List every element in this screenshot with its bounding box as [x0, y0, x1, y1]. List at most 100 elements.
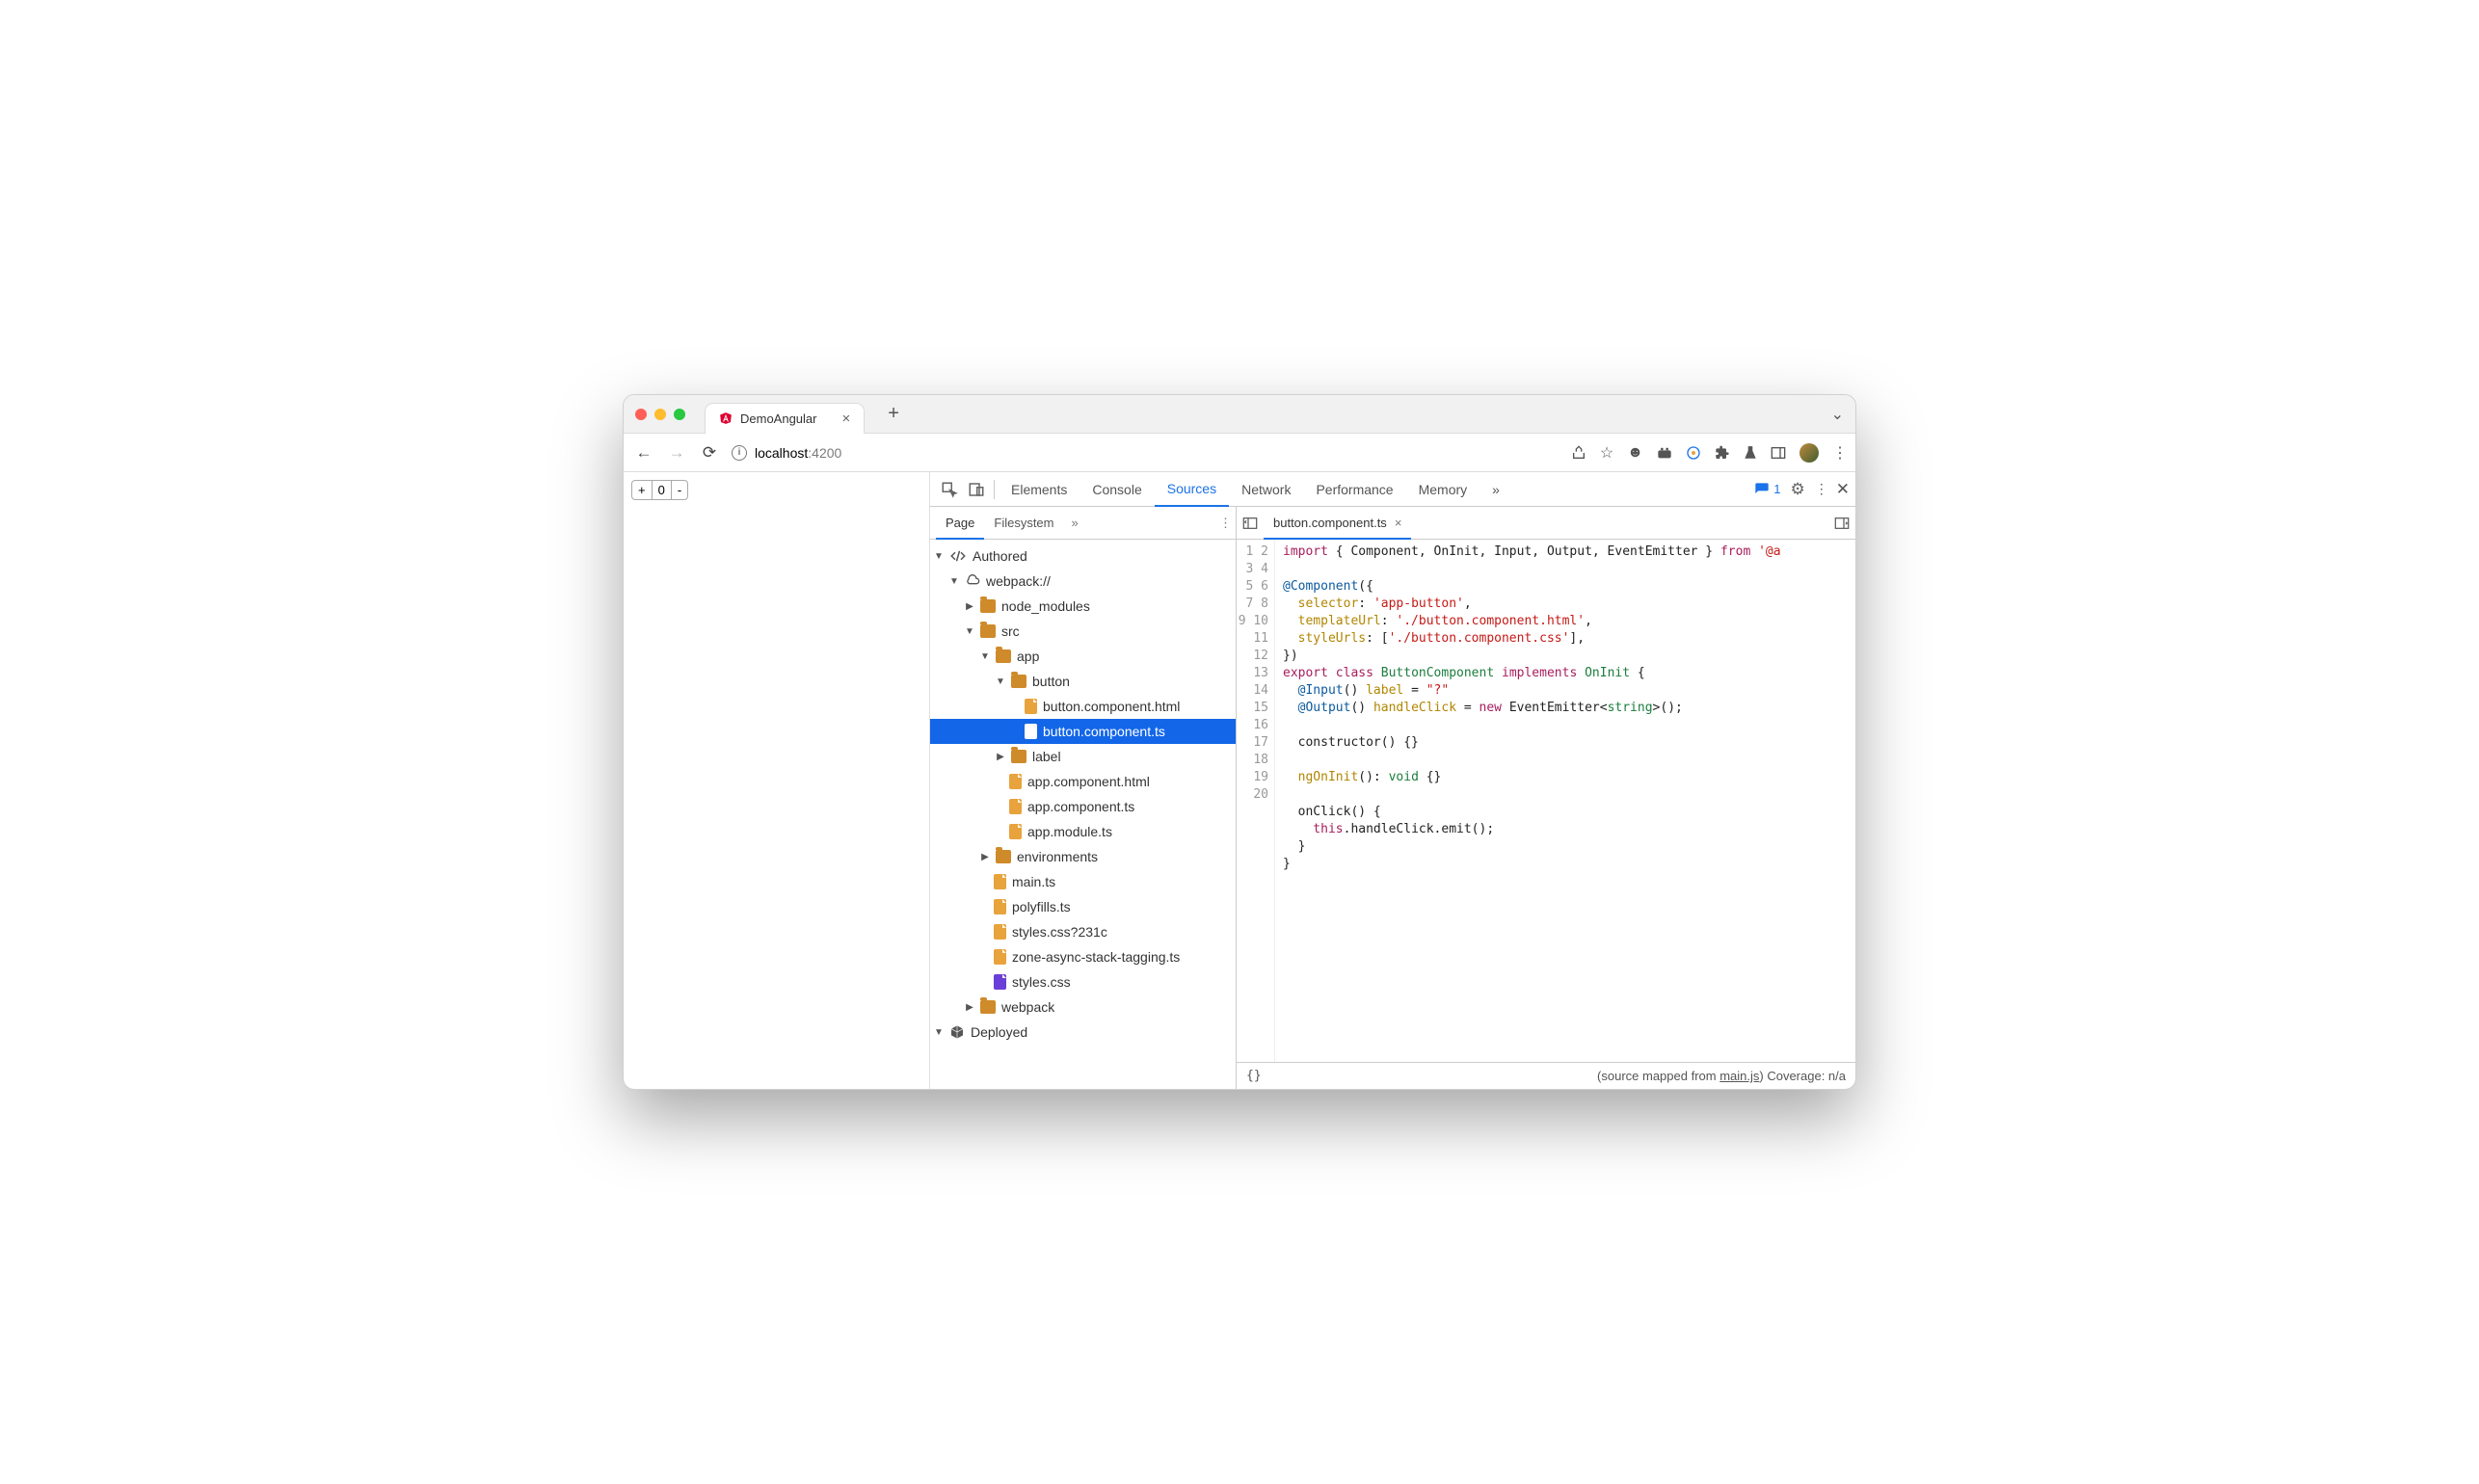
angular-icon [719, 411, 733, 425]
toolbar: ← → ⟳ i localhost:4200 ☆ ☻ ⋮ [624, 434, 1855, 472]
file-icon [994, 949, 1006, 965]
tree-folder[interactable]: ▶label [930, 744, 1236, 769]
source-map-link[interactable]: main.js [1719, 1069, 1759, 1083]
minimize-window-icon[interactable] [654, 409, 666, 420]
tab-performance[interactable]: Performance [1303, 472, 1405, 506]
tab-elements[interactable]: Elements [999, 472, 1080, 506]
toggle-debugger-icon[interactable] [1828, 517, 1855, 530]
editor-pane: button.component.ts × 1 2 3 4 5 6 7 8 9 … [1237, 507, 1855, 1089]
file-icon [1025, 724, 1037, 739]
tree-folder[interactable]: ▼button [930, 669, 1236, 694]
file-icon [1009, 799, 1022, 814]
file-icon [1025, 699, 1037, 714]
extension-icon[interactable] [1657, 446, 1672, 460]
source-code: import { Component, OnInit, Input, Outpu… [1275, 540, 1855, 1062]
pretty-print-button[interactable]: {} [1246, 1069, 1262, 1083]
code-icon [949, 549, 967, 563]
counter-minus-button[interactable]: - [672, 481, 687, 499]
file-icon [1009, 824, 1022, 839]
tree-file[interactable]: app.module.ts [930, 819, 1236, 844]
editor-statusbar: {} (source mapped from main.js) Coverage… [1237, 1062, 1855, 1089]
sources-panes: Page Filesystem » ⋮ ▼Authored ▼webpack:/… [930, 507, 1855, 1089]
line-gutter: 1 2 3 4 5 6 7 8 9 10 11 12 13 14 15 16 1… [1237, 540, 1275, 1062]
tree-folder[interactable]: ▶environments [930, 844, 1236, 869]
device-toolbar-icon[interactable] [963, 481, 990, 498]
counter-value: 0 [653, 481, 672, 499]
tree-origin-webpack[interactable]: ▼webpack:// [930, 569, 1236, 594]
back-button[interactable]: ← [633, 443, 654, 463]
inspect-element-icon[interactable] [936, 481, 963, 498]
issues-button[interactable]: 1 [1754, 482, 1780, 497]
close-file-icon[interactable]: × [1395, 516, 1402, 530]
address-bar[interactable]: i localhost:4200 [732, 438, 1559, 467]
zoom-window-icon[interactable] [674, 409, 685, 420]
reload-button[interactable]: ⟳ [699, 443, 720, 463]
extension-icon[interactable]: ☻ [1627, 444, 1643, 462]
code-editor[interactable]: 1 2 3 4 5 6 7 8 9 10 11 12 13 14 15 16 1… [1237, 540, 1855, 1062]
labs-icon[interactable] [1744, 445, 1757, 461]
navigator-menu-icon[interactable]: ⋮ [1219, 516, 1230, 531]
file-tree: ▼Authored ▼webpack:// ▶node_modules ▼src… [930, 540, 1236, 1089]
bookmark-icon[interactable]: ☆ [1600, 443, 1613, 463]
nav-tab-page[interactable]: Page [936, 508, 984, 540]
status-text: (source mapped from main.js) Coverage: n… [1597, 1069, 1846, 1083]
sidepanel-icon[interactable] [1771, 446, 1786, 460]
devtools-panel: Elements Console Sources Network Perform… [930, 472, 1855, 1089]
toggle-navigator-icon[interactable] [1237, 517, 1264, 530]
extensions-puzzle-icon[interactable] [1715, 445, 1730, 461]
tree-folder[interactable]: ▼src [930, 619, 1236, 644]
tree-folder[interactable]: ▶webpack [930, 994, 1236, 1020]
tab-title: DemoAngular [740, 411, 817, 426]
editor-tab[interactable]: button.component.ts × [1264, 508, 1411, 540]
extension-icon[interactable] [1686, 445, 1701, 461]
editor-tabstrip: button.component.ts × [1237, 507, 1855, 540]
browser-tab[interactable]: DemoAngular × [705, 403, 865, 434]
tree-file[interactable]: app.component.ts [930, 794, 1236, 819]
close-tab-icon[interactable]: × [842, 411, 851, 427]
tree-file[interactable]: zone-async-stack-tagging.ts [930, 944, 1236, 969]
folder-icon [980, 1000, 996, 1014]
nav-tab-filesystem[interactable]: Filesystem [984, 507, 1063, 539]
profile-avatar[interactable] [1799, 443, 1819, 463]
devtools-menu-icon[interactable]: ⋮ [1815, 481, 1826, 497]
close-devtools-icon[interactable]: ✕ [1836, 480, 1850, 499]
tab-memory[interactable]: Memory [1406, 472, 1480, 506]
share-icon[interactable] [1571, 445, 1586, 461]
content-area: + 0 - Elements Console Sources Network P… [624, 472, 1855, 1089]
close-window-icon[interactable] [635, 409, 647, 420]
nav-tabs-overflow-icon[interactable]: » [1072, 516, 1079, 530]
tree-file[interactable]: button.component.html [930, 694, 1236, 719]
tab-console[interactable]: Console [1080, 472, 1154, 506]
tree-file[interactable]: app.component.html [930, 769, 1236, 794]
counter-plus-button[interactable]: + [632, 481, 653, 499]
folder-icon [996, 649, 1011, 663]
tree-folder[interactable]: ▼app [930, 644, 1236, 669]
tab-network[interactable]: Network [1229, 472, 1303, 506]
new-tab-button[interactable]: + [880, 403, 907, 425]
folder-icon [996, 850, 1011, 863]
file-icon [994, 974, 1006, 990]
tree-file[interactable]: main.ts [930, 869, 1236, 894]
tab-sources[interactable]: Sources [1155, 473, 1229, 507]
tree-file[interactable]: styles.css?231c [930, 919, 1236, 944]
site-info-icon[interactable]: i [732, 445, 747, 461]
window-controls [635, 409, 685, 420]
url-port: :4200 [808, 445, 841, 461]
browser-window: DemoAngular × + ⌄ ← → ⟳ i localhost:4200… [623, 394, 1856, 1090]
tabs-dropdown-icon[interactable]: ⌄ [1831, 405, 1844, 424]
navigator-tabs: Page Filesystem » ⋮ [930, 507, 1236, 540]
tree-group-deployed[interactable]: ▼Deployed [930, 1020, 1236, 1045]
tree-file[interactable]: styles.css [930, 969, 1236, 994]
browser-menu-icon[interactable]: ⋮ [1832, 443, 1846, 463]
forward-button[interactable]: → [666, 443, 687, 463]
folder-icon [980, 624, 996, 638]
tree-folder[interactable]: ▶node_modules [930, 594, 1236, 619]
folder-icon [1011, 750, 1026, 763]
tree-file-selected[interactable]: button.component.ts [930, 719, 1236, 744]
settings-icon[interactable]: ⚙ [1791, 480, 1805, 499]
tabs-overflow-icon[interactable]: » [1479, 472, 1512, 506]
tree-group-authored[interactable]: ▼Authored [930, 543, 1236, 569]
file-icon [1009, 774, 1022, 789]
tree-file[interactable]: polyfills.ts [930, 894, 1236, 919]
file-icon [994, 899, 1006, 914]
